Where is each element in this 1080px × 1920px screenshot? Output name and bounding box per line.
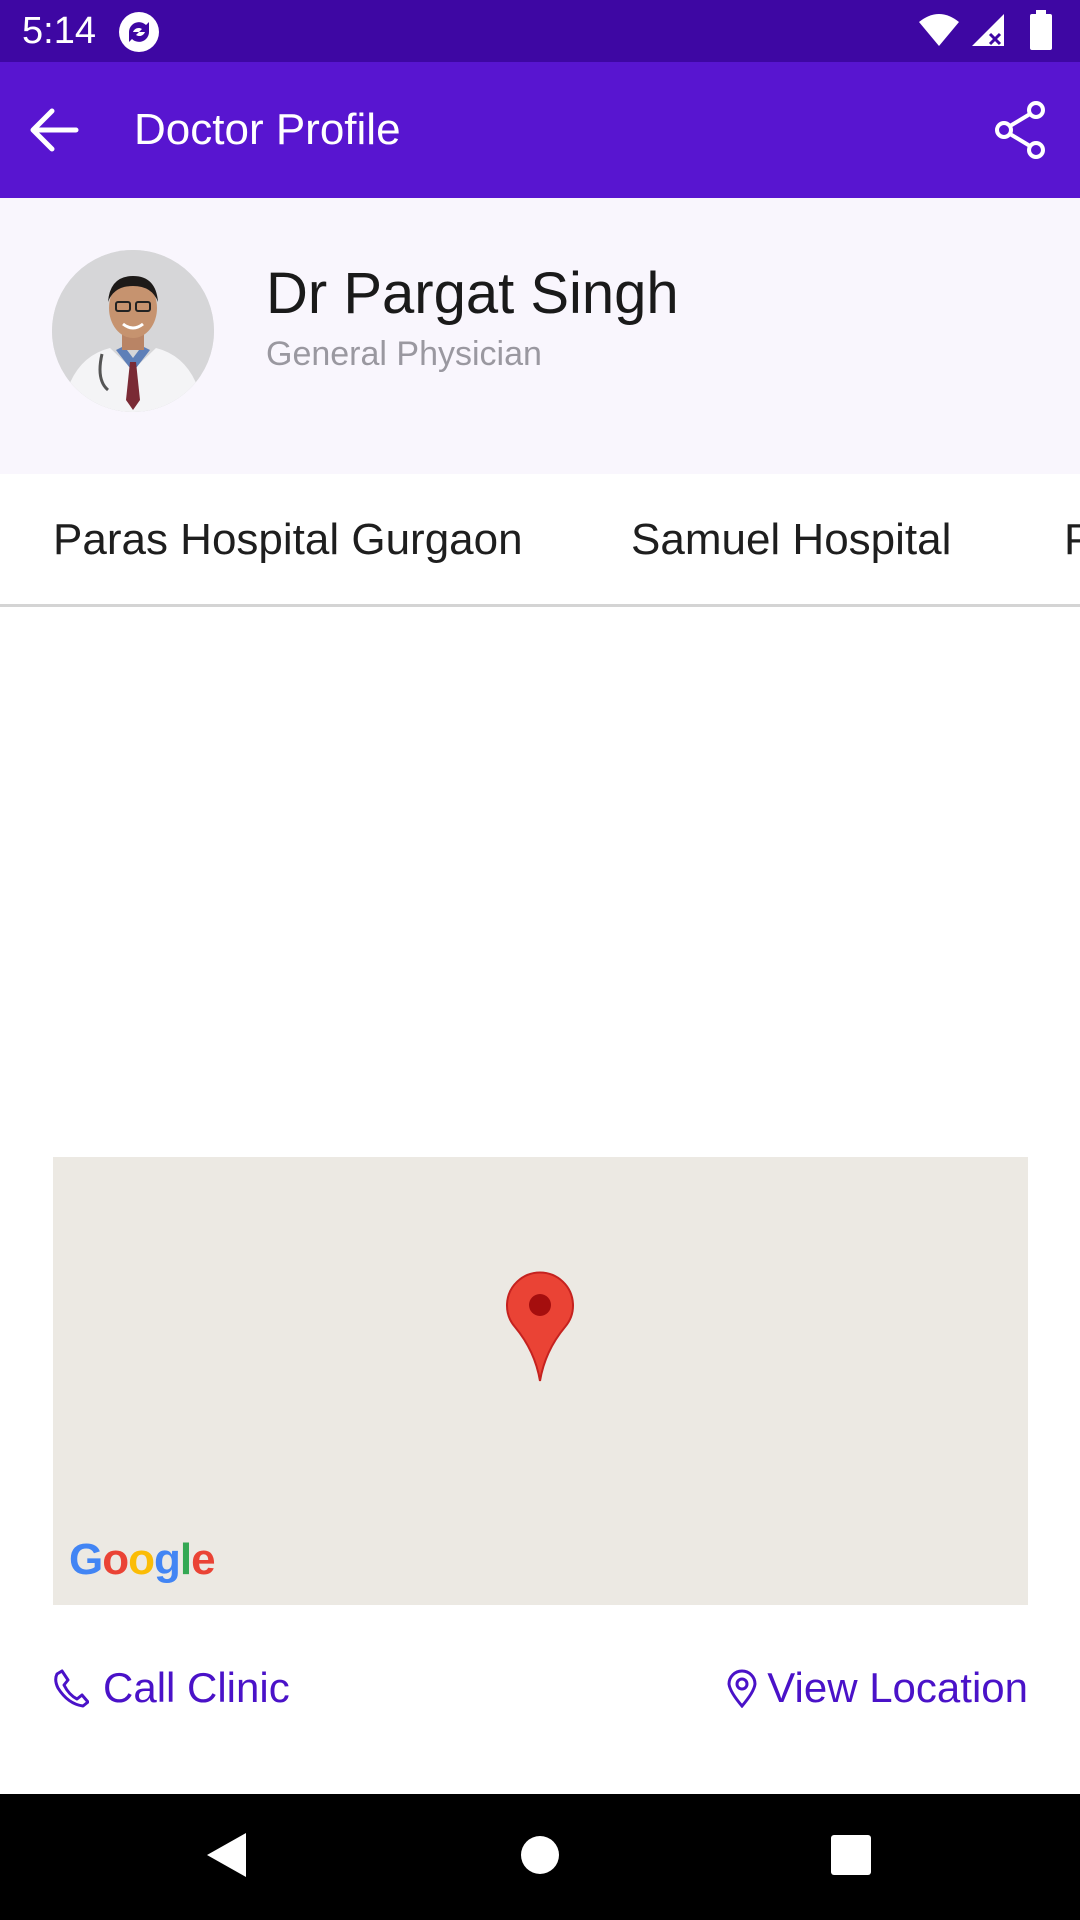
map-pin-icon[interactable] (505, 1271, 575, 1388)
signal-icon (972, 14, 1004, 46)
arrow-left-icon (30, 108, 79, 152)
doctor-profile-card: Dr Pargat Singh General Physician (0, 198, 1080, 474)
clinic-tabs: Paras Hospital Gurgaon Samuel Hospital P (0, 474, 1080, 607)
share-icon (995, 101, 1045, 159)
status-bar: 5:14 (0, 0, 1080, 62)
home-circle-icon[interactable] (520, 1830, 560, 1880)
google-logo: Google (69, 1535, 216, 1584)
page-title: Doctor Profile (134, 105, 401, 154)
recents-square-icon[interactable] (830, 1830, 872, 1880)
sync-app-icon (118, 11, 160, 58)
back-triangle-icon[interactable] (204, 1830, 248, 1880)
clinic-map[interactable]: Google (53, 1157, 1028, 1605)
call-clinic-label: Call Clinic (103, 1664, 290, 1711)
tab-paras-hospital[interactable]: Paras Hospital Gurgaon (53, 514, 523, 566)
back-button[interactable] (24, 100, 84, 160)
status-time: 5:14 (22, 10, 96, 52)
tab-samuel-hospital[interactable]: Samuel Hospital (631, 514, 951, 566)
system-nav-bar (0, 1794, 1080, 1920)
view-location-label: View Location (767, 1664, 1028, 1711)
wifi-icon (919, 14, 959, 46)
doctor-specialty: General Physician (266, 335, 542, 373)
view-location-button[interactable]: View Location (726, 1660, 1028, 1716)
status-icons (918, 10, 1058, 54)
doctor-name: Dr Pargat Singh (266, 261, 679, 326)
doctor-avatar (52, 250, 214, 412)
app-bar: Doctor Profile (0, 62, 1080, 198)
battery-icon (1030, 10, 1052, 50)
location-pin-icon (727, 1669, 757, 1708)
phone-icon (54, 1669, 89, 1708)
share-button[interactable] (992, 100, 1050, 160)
tab-next-hospital[interactable]: P (1064, 514, 1080, 566)
